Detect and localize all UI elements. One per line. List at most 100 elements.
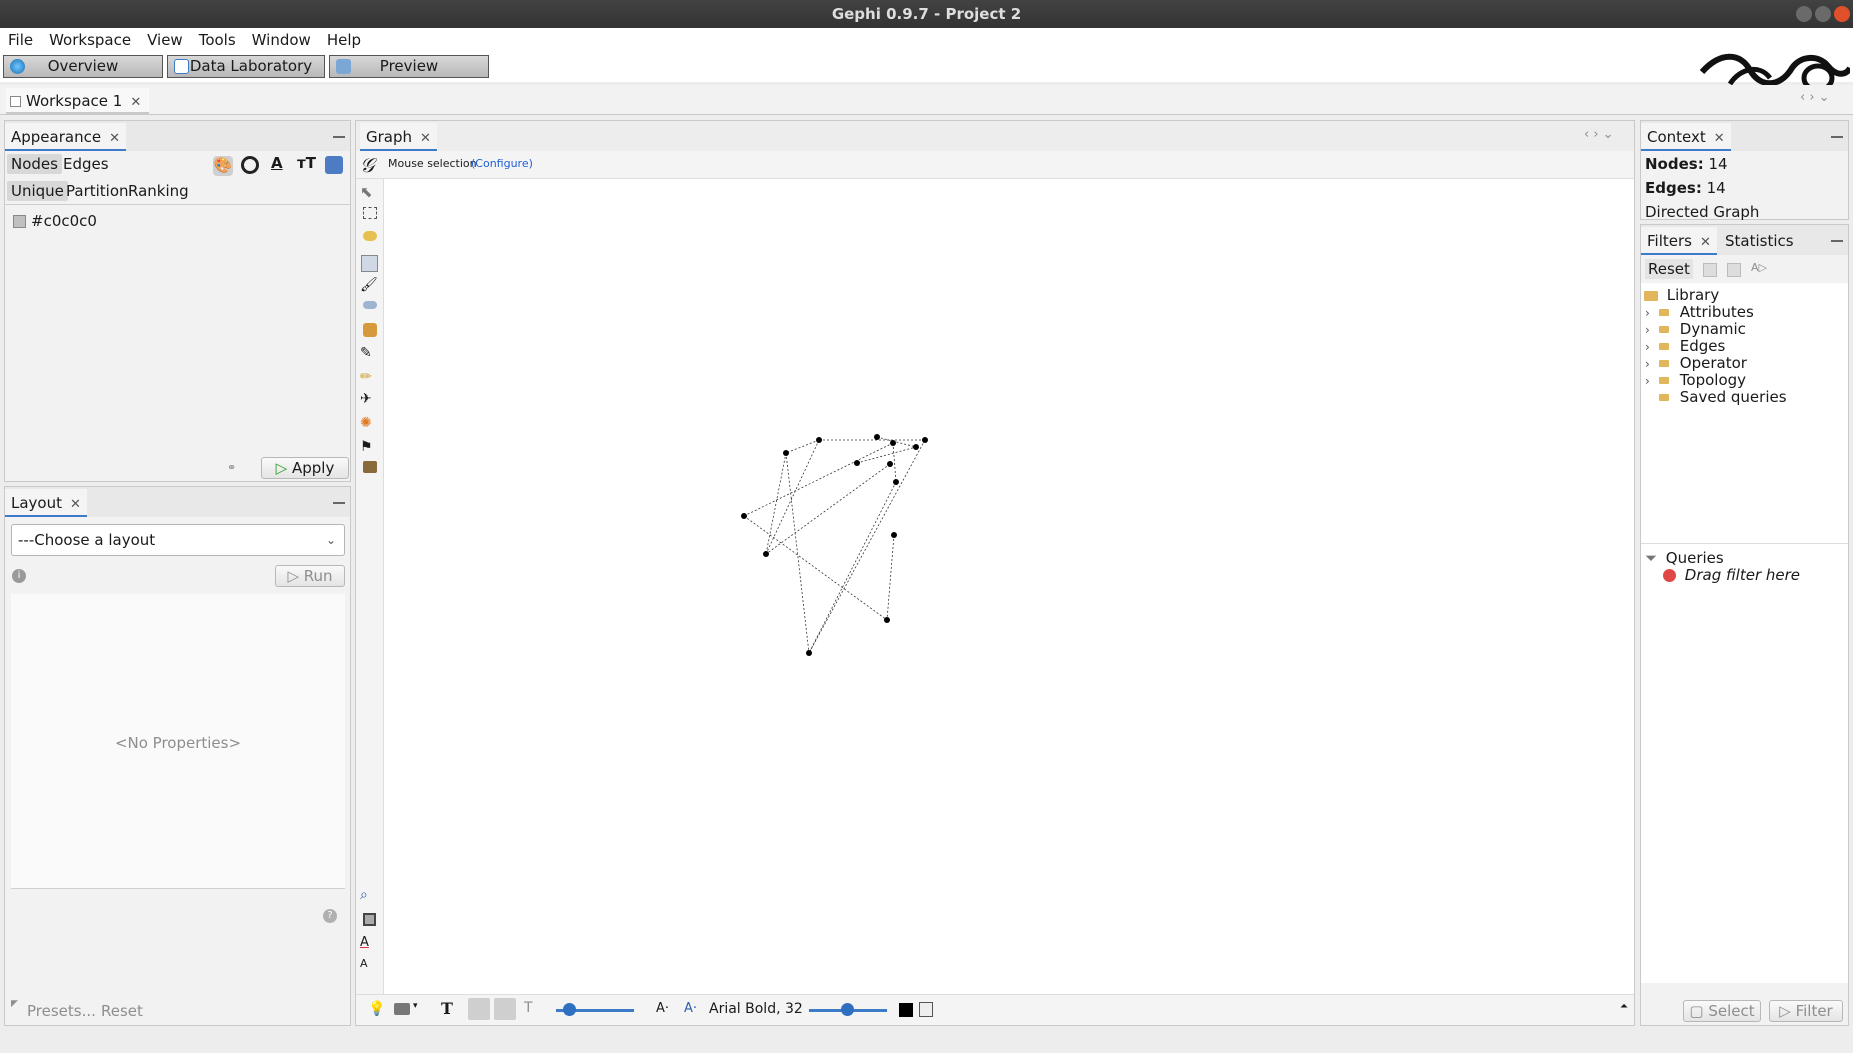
tab-context[interactable]: Context ✕ — [1641, 123, 1731, 151]
drag-icon[interactable] — [361, 255, 378, 272]
lasso-icon[interactable] — [363, 231, 377, 241]
collapse-icon[interactable]: ⏶ — [1620, 1001, 1628, 1012]
tab-nodes[interactable]: Nodes — [7, 154, 62, 174]
graph-node[interactable] — [922, 437, 928, 443]
tab-appearance[interactable]: Appearance ✕ — [5, 123, 126, 151]
edge-label-icon[interactable]: T — [524, 1000, 533, 1016]
saved-queries-node[interactable]: Saved queries — [1645, 387, 1787, 407]
painter-icon[interactable] — [363, 323, 377, 337]
pencil-icon[interactable]: ✎ — [360, 345, 380, 365]
filter-button[interactable]: ▷ Filter — [1769, 1000, 1843, 1022]
graph-node[interactable] — [890, 440, 896, 446]
size-icon[interactable] — [241, 156, 259, 174]
run-button[interactable]: ▷ Run — [275, 565, 345, 587]
graph-edge[interactable] — [856, 446, 917, 464]
close-icon[interactable]: ✕ — [420, 131, 431, 146]
clipboard-icon[interactable] — [919, 1002, 933, 1017]
rectangle-select-icon[interactable] — [363, 207, 377, 219]
shortest-path-icon[interactable]: ⚑ — [360, 439, 380, 459]
graph-edge[interactable] — [785, 452, 810, 654]
apply-button[interactable]: ▷ Apply — [261, 457, 349, 479]
menu-window[interactable]: Window — [244, 28, 319, 52]
save-icon[interactable] — [1727, 263, 1741, 277]
graph-edge[interactable] — [765, 439, 820, 555]
minimize-icon[interactable] — [1796, 6, 1812, 22]
camera-icon[interactable] — [363, 461, 377, 473]
color-swatch[interactable] — [13, 215, 26, 228]
overview-button[interactable]: Overview — [3, 55, 163, 78]
graph-edge[interactable] — [743, 515, 888, 621]
queries-area[interactable]: ⏷ Queries Drag filter here — [1641, 543, 1848, 983]
palette-icon[interactable]: 🎨 — [213, 156, 233, 176]
menu-help[interactable]: Help — [319, 28, 369, 52]
graph-edge[interactable] — [765, 463, 891, 555]
tab-partition[interactable]: Partition — [66, 182, 129, 200]
menu-workspace[interactable]: Workspace — [41, 28, 139, 52]
auto-refresh-icon[interactable]: A▷ — [1751, 261, 1767, 274]
graph-node[interactable] — [741, 513, 747, 519]
graph-node[interactable] — [884, 617, 890, 623]
graph-edge[interactable] — [743, 442, 894, 517]
menu-file[interactable]: File — [0, 28, 41, 52]
graph-edge[interactable] — [808, 481, 897, 654]
label-icon[interactable] — [325, 156, 343, 174]
close-icon[interactable]: ✕ — [130, 95, 141, 110]
menu-view[interactable]: View — [139, 28, 191, 52]
data-laboratory-button[interactable]: Data Laboratory — [167, 55, 325, 78]
tab-graph[interactable]: Graph ✕ — [360, 123, 437, 151]
tab-scroll-icons[interactable]: ‹ › ⌄ — [1800, 90, 1830, 105]
minimize-panel-icon[interactable] — [1831, 240, 1843, 242]
export-icon[interactable] — [1703, 263, 1717, 277]
graph-edge[interactable] — [886, 534, 895, 621]
show-labels-icon[interactable]: T — [441, 999, 453, 1018]
graph-edge[interactable] — [808, 439, 926, 654]
pointer-icon[interactable]: ⬉ — [360, 183, 380, 203]
graph-edge[interactable] — [876, 436, 917, 448]
screenshot-icon[interactable] — [394, 1003, 410, 1015]
close-window-icon[interactable] — [1834, 6, 1850, 22]
label-color-swatch[interactable] — [899, 1003, 913, 1017]
tab-unique[interactable]: Unique — [7, 181, 68, 201]
graph-node[interactable] — [887, 461, 893, 467]
label-size-thumb[interactable] — [841, 1003, 854, 1016]
minimize-panel-icon[interactable] — [333, 502, 345, 504]
edge-pencil-icon[interactable]: ✏ — [360, 369, 380, 389]
graph-node[interactable] — [806, 650, 812, 656]
diamond-icon[interactable] — [363, 301, 377, 309]
font-larger-icon[interactable]: A· — [684, 1001, 697, 1016]
menu-tools[interactable]: Tools — [191, 28, 244, 52]
edge-color-icon[interactable] — [494, 998, 516, 1020]
font-label[interactable]: Arial Bold, 32 — [709, 1001, 803, 1017]
graph-edge[interactable] — [765, 452, 787, 555]
tab-filters[interactable]: Filters ✕ — [1641, 227, 1717, 255]
chain-icon[interactable]: ⚭ — [227, 461, 236, 474]
tab-edges[interactable]: Edges — [63, 155, 109, 173]
label-color-icon[interactable]: A — [360, 935, 380, 955]
label-size-icon[interactable]: A — [360, 957, 380, 977]
select-button[interactable]: ▢ Select — [1683, 1000, 1761, 1022]
lightbulb-icon[interactable]: 💡 — [368, 1001, 385, 1017]
label-color-icon[interactable]: A — [271, 154, 283, 172]
font-smaller-icon[interactable]: A· — [656, 1001, 669, 1016]
close-icon[interactable]: ✕ — [1714, 131, 1725, 146]
zoom-icon[interactable]: ⌕ — [360, 887, 380, 907]
tab-ranking[interactable]: Ranking — [128, 182, 189, 200]
help-icon[interactable]: ? — [323, 909, 337, 923]
graph-node[interactable] — [763, 551, 769, 557]
graph-node[interactable] — [854, 460, 860, 466]
tab-layout[interactable]: Layout ✕ — [5, 489, 87, 517]
close-icon[interactable]: ✕ — [1700, 235, 1711, 250]
graph-canvas[interactable] — [385, 180, 1634, 994]
minimize-panel-icon[interactable] — [1831, 136, 1843, 138]
edge-scale-thumb[interactable] — [563, 1003, 576, 1016]
close-icon[interactable]: ✕ — [70, 497, 81, 512]
brush-icon[interactable]: 🖌 — [360, 277, 380, 297]
reset-link[interactable]: Reset — [101, 1002, 143, 1020]
graph-edge[interactable] — [892, 442, 897, 483]
graph-node[interactable] — [783, 450, 789, 456]
tab-scroll-icons[interactable]: ‹ › ⌄ — [1584, 127, 1614, 142]
graph-node[interactable] — [893, 479, 899, 485]
close-icon[interactable]: ✕ — [109, 131, 120, 146]
gear-icon[interactable]: ✺ — [360, 415, 380, 435]
tab-statistics[interactable]: Statistics — [1719, 227, 1800, 255]
